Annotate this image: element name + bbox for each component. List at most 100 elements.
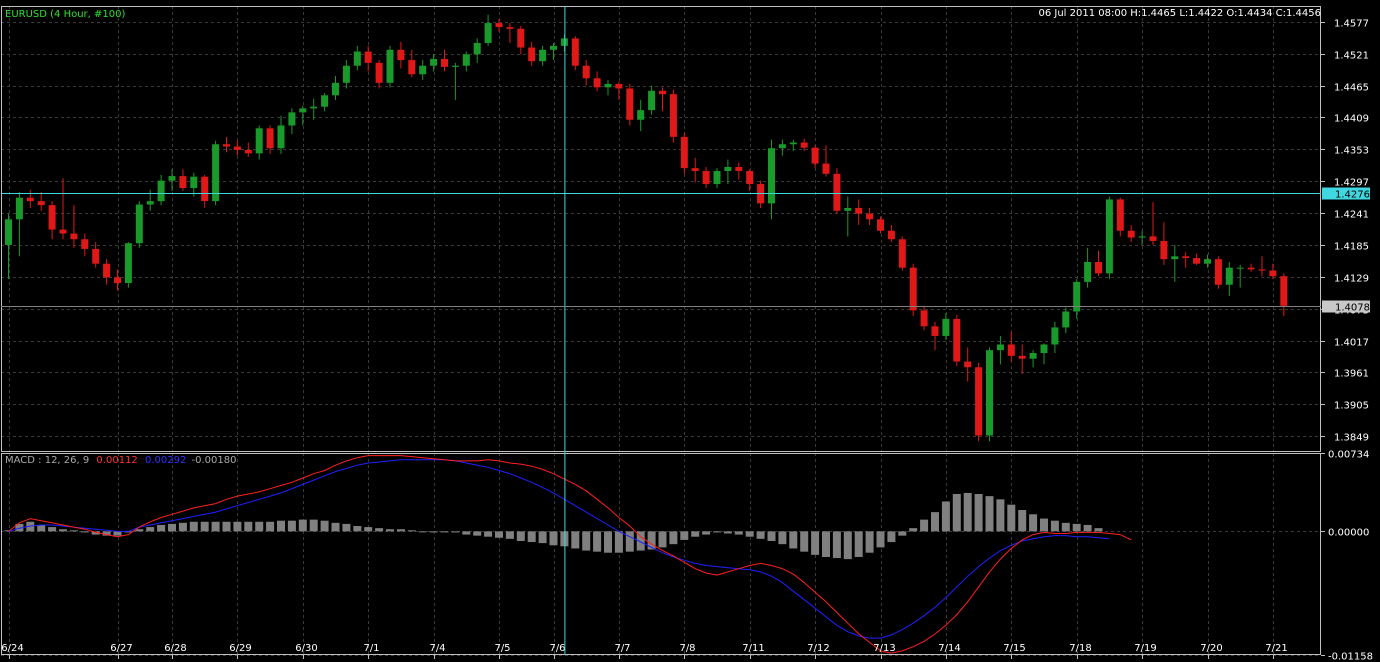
candle-body bbox=[800, 142, 808, 148]
candle-body bbox=[637, 110, 645, 120]
candle bbox=[1160, 222, 1168, 265]
histogram-bar bbox=[189, 521, 198, 532]
histogram-bar bbox=[909, 528, 918, 532]
histogram-bar bbox=[800, 531, 809, 552]
candle bbox=[1105, 196, 1113, 280]
candle bbox=[342, 60, 350, 89]
candle bbox=[1127, 225, 1135, 243]
candle bbox=[768, 139, 775, 220]
time-tick-label: 7/4 bbox=[429, 643, 445, 654]
candle-body bbox=[495, 23, 503, 28]
candle-body bbox=[1269, 270, 1277, 277]
histogram-bar bbox=[157, 524, 166, 532]
macd-tick-label: 0.00000 bbox=[1328, 528, 1369, 539]
candle bbox=[953, 314, 961, 367]
time-tick-label: 7/7 bbox=[614, 643, 630, 654]
candle-body bbox=[539, 49, 547, 62]
candle-body bbox=[223, 144, 230, 147]
candle-body bbox=[212, 144, 220, 202]
candle bbox=[310, 98, 318, 120]
candle bbox=[724, 159, 732, 185]
histogram-bar bbox=[713, 531, 721, 533]
histogram-bar bbox=[920, 519, 929, 532]
candle-body bbox=[168, 176, 176, 181]
time-tick-label: 7/19 bbox=[1134, 643, 1156, 654]
candle-body bbox=[953, 318, 961, 362]
time-tick-label: 7/15 bbox=[1003, 643, 1025, 654]
candle-body bbox=[15, 197, 23, 220]
candle-body bbox=[386, 49, 394, 83]
macd-value-signal: 0.00292 bbox=[145, 455, 186, 466]
histogram-bar bbox=[244, 521, 253, 532]
candle-body bbox=[669, 94, 677, 137]
histogram-bar bbox=[342, 523, 351, 532]
candle bbox=[1018, 344, 1026, 375]
candle-body bbox=[1225, 267, 1233, 285]
candle-body bbox=[310, 106, 318, 109]
histogram-bar bbox=[320, 520, 329, 532]
candle-body bbox=[321, 95, 329, 107]
histogram-bar bbox=[647, 531, 656, 550]
candle bbox=[996, 335, 1004, 365]
candle bbox=[1007, 331, 1015, 362]
macd-value-histogram: -0.00180 bbox=[192, 455, 237, 466]
candle bbox=[419, 60, 427, 80]
candle-body bbox=[364, 51, 372, 63]
candle bbox=[135, 201, 143, 248]
candle bbox=[702, 166, 710, 189]
time-tick-label: 7/14 bbox=[938, 643, 960, 654]
candle bbox=[495, 19, 503, 32]
time-tick-label: 7/12 bbox=[807, 643, 829, 654]
time-tick-label: 6/24 bbox=[1, 643, 23, 654]
candle bbox=[757, 180, 765, 208]
price-tick-label: 1.3961 bbox=[1334, 369, 1369, 380]
candle-body bbox=[811, 147, 819, 164]
candle-body bbox=[724, 166, 732, 171]
histogram-bar bbox=[593, 531, 602, 552]
price-tick-label: 1.3849 bbox=[1334, 433, 1369, 444]
candle bbox=[582, 60, 590, 86]
histogram-bar bbox=[604, 531, 612, 553]
candle bbox=[26, 189, 34, 208]
histogram-bar bbox=[255, 521, 264, 532]
histogram-bar bbox=[745, 531, 754, 537]
candle-body bbox=[1029, 353, 1037, 359]
candle-body bbox=[1127, 230, 1135, 238]
candle-body bbox=[517, 28, 525, 48]
histogram-bar bbox=[702, 531, 711, 535]
histogram-bar bbox=[146, 527, 155, 532]
candle bbox=[626, 83, 634, 126]
candle-body bbox=[866, 213, 874, 220]
histogram-bar bbox=[222, 521, 231, 532]
candle bbox=[103, 259, 111, 285]
candle bbox=[648, 85, 656, 115]
histogram-bar bbox=[233, 521, 242, 532]
candle-body bbox=[1149, 236, 1157, 241]
candle-body bbox=[909, 267, 917, 311]
candle bbox=[408, 49, 416, 78]
price-tick-label: 1.4409 bbox=[1334, 114, 1369, 125]
grid-lines bbox=[1, 6, 1321, 656]
candle-body bbox=[70, 233, 78, 240]
candle bbox=[288, 108, 296, 134]
price-tick-label: 1.4353 bbox=[1334, 146, 1369, 157]
histogram-bar bbox=[843, 531, 852, 560]
time-tick-label: 7/5 bbox=[494, 643, 510, 654]
candle-body bbox=[964, 361, 972, 368]
candle bbox=[986, 347, 993, 442]
candle-body bbox=[1160, 240, 1168, 260]
histogram-bar bbox=[1094, 528, 1103, 532]
candle bbox=[1149, 202, 1157, 245]
histogram-bar bbox=[1072, 523, 1081, 532]
price-axis: 1.45771.45211.44651.44091.43531.42971.42… bbox=[1321, 19, 1373, 662]
histogram-bar bbox=[386, 529, 394, 532]
candle-body bbox=[484, 23, 492, 43]
candle-body bbox=[1247, 267, 1255, 270]
candle bbox=[1084, 247, 1092, 288]
candle-body bbox=[1095, 261, 1102, 274]
candle bbox=[124, 242, 132, 288]
histogram-bar bbox=[505, 531, 514, 539]
candle-body bbox=[201, 176, 209, 202]
candle-body bbox=[582, 65, 590, 79]
candle bbox=[887, 225, 895, 243]
